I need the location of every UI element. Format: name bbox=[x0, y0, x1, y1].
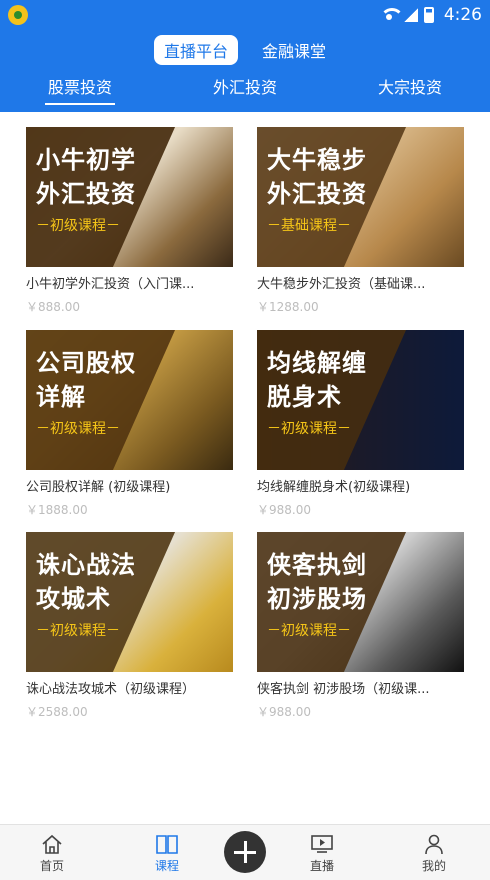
nav-live[interactable]: 直播 bbox=[292, 833, 352, 874]
category-tabs: 股票投资 外汇投资 大宗投资 bbox=[0, 74, 490, 106]
course-thumbnail: 侠客执剑 初涉股场 －初级课程－ bbox=[257, 532, 464, 672]
course-thumbnail: 均线解缠 脱身术 －初级课程－ bbox=[257, 330, 464, 470]
course-title: 大牛稳步外汇投资（基础课... bbox=[257, 277, 426, 292]
bottom-navigation: 首页 课程 直播 我的 bbox=[0, 824, 490, 880]
course-thumb-level: －初级课程－ bbox=[36, 421, 120, 437]
course-title: 侠客执剑 初涉股场（初级课... bbox=[257, 682, 430, 697]
course-card[interactable]: 侠客执剑 初涉股场 －初级课程－ 侠客执剑 初涉股场（初级课... ￥988.0… bbox=[257, 532, 464, 720]
course-title: 公司股权详解 (初级课程) bbox=[26, 480, 171, 495]
home-icon bbox=[42, 834, 62, 854]
person-icon bbox=[425, 834, 443, 855]
course-price: ￥888.00 bbox=[26, 300, 80, 314]
segment-live-platform[interactable]: 直播平台 bbox=[153, 35, 238, 65]
segment-finance-class[interactable]: 金融课堂 bbox=[252, 35, 336, 65]
course-thumbnail: 大牛稳步 外汇投资 －基础课程－ bbox=[257, 127, 464, 267]
course-card[interactable]: 均线解缠 脱身术 －初级课程－ 均线解缠脱身术(初级课程) ￥988.00 bbox=[257, 330, 464, 518]
course-thumb-level: －初级课程－ bbox=[36, 218, 120, 234]
book-icon bbox=[156, 835, 178, 854]
wifi-icon bbox=[379, 8, 404, 22]
live-tv-icon bbox=[311, 835, 333, 853]
course-price: ￥2588.00 bbox=[26, 705, 88, 719]
course-card[interactable]: 小牛初学 外汇投资 －初级课程－ 小牛初学外汇投资（入门课... ￥888.00 bbox=[26, 127, 233, 315]
battery-icon bbox=[423, 7, 434, 23]
course-card[interactable]: 诛心战法 攻城术 －初级课程－ 诛心战法攻城术（初级课程） ￥2588.00 bbox=[26, 532, 233, 720]
top-segment-control: 直播平台 金融课堂 bbox=[0, 35, 490, 65]
course-thumb-title: 公司股权 详解 bbox=[36, 349, 136, 411]
course-card[interactable]: 公司股权 详解 －初级课程－ 公司股权详解 (初级课程) ￥1888.00 bbox=[26, 330, 233, 518]
course-thumb-level: －初级课程－ bbox=[267, 421, 351, 437]
app-notification-icon bbox=[8, 5, 28, 25]
course-card[interactable]: 大牛稳步 外汇投资 －基础课程－ 大牛稳步外汇投资（基础课... ￥1288.0… bbox=[257, 127, 464, 315]
status-icons: 4:26 bbox=[379, 5, 482, 25]
nav-home-label: 首页 bbox=[39, 859, 64, 873]
course-title: 小牛初学外汇投资（入门课... bbox=[26, 277, 195, 292]
tab-commodity-investment[interactable]: 大宗投资 bbox=[375, 74, 445, 98]
course-thumb-level: －初级课程－ bbox=[267, 623, 351, 639]
nav-courses-label: 课程 bbox=[154, 859, 179, 873]
course-thumbnail: 公司股权 详解 －初级课程－ bbox=[26, 330, 233, 470]
nav-home[interactable]: 首页 bbox=[22, 833, 82, 874]
course-price: ￥1288.00 bbox=[257, 300, 319, 314]
nav-live-label: 直播 bbox=[309, 859, 334, 873]
course-thumb-title: 诛心战法 攻城术 bbox=[36, 551, 136, 613]
signal-icon bbox=[403, 8, 418, 22]
course-thumb-title: 侠客执剑 初涉股场 bbox=[267, 551, 367, 613]
tab-forex-investment[interactable]: 外汇投资 bbox=[210, 74, 280, 98]
app-header: 4:26 直播平台 金融课堂 股票投资 外汇投资 大宗投资 bbox=[0, 0, 490, 112]
course-price: ￥988.00 bbox=[257, 705, 311, 719]
course-thumbnail: 诛心战法 攻城术 －初级课程－ bbox=[26, 532, 233, 672]
course-thumb-level: －初级课程－ bbox=[36, 623, 120, 639]
plus-icon[interactable] bbox=[224, 831, 266, 873]
tab-stock-investment[interactable]: 股票投资 bbox=[45, 74, 115, 105]
nav-me[interactable]: 我的 bbox=[404, 833, 464, 874]
course-thumb-title: 均线解缠 脱身术 bbox=[267, 349, 367, 411]
status-time: 4:26 bbox=[443, 5, 482, 25]
course-thumb-level: －基础课程－ bbox=[267, 218, 351, 234]
course-thumb-title: 小牛初学 外汇投资 bbox=[36, 146, 136, 208]
course-thumb-title: 大牛稳步 外汇投资 bbox=[267, 146, 367, 208]
course-title: 均线解缠脱身术(初级课程) bbox=[257, 480, 411, 495]
course-price: ￥1888.00 bbox=[26, 503, 88, 517]
course-price: ￥988.00 bbox=[257, 503, 311, 517]
nav-courses[interactable]: 课程 bbox=[137, 833, 197, 874]
nav-me-label: 我的 bbox=[421, 859, 446, 873]
course-title: 诛心战法攻城术（初级课程） bbox=[26, 682, 196, 697]
course-thumbnail: 小牛初学 外汇投资 －初级课程－ bbox=[26, 127, 233, 267]
status-bar: 4:26 bbox=[0, 0, 490, 30]
